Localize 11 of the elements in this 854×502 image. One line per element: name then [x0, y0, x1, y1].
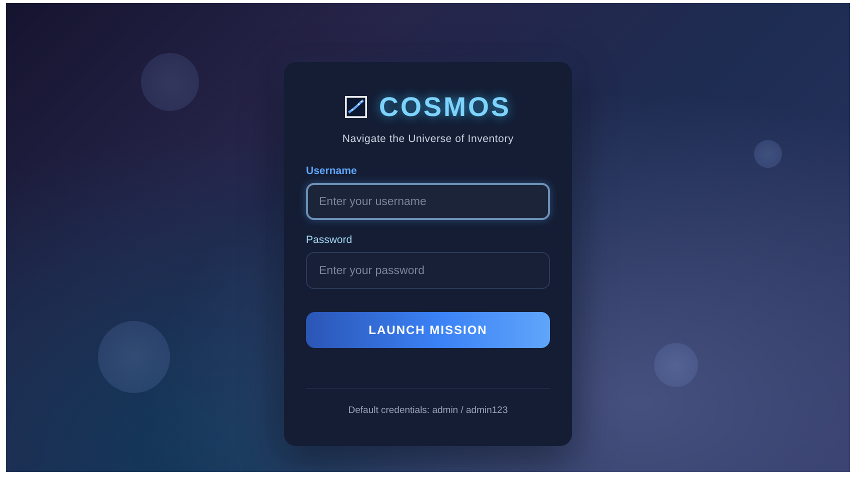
field-label: Password	[306, 234, 352, 246]
default-credentials-note: Default credentials: admin / admin123	[347, 405, 509, 416]
galaxy-icon	[344, 96, 367, 118]
tagline: Navigate the Universe of Inventory	[341, 133, 515, 145]
field-label: Username	[306, 165, 357, 177]
app-title: COSMOS	[378, 92, 511, 122]
bubble	[654, 343, 698, 387]
input-field[interactable]: Enter your password	[306, 252, 550, 289]
bubble	[754, 140, 782, 168]
launch-button[interactable]: LAUNCH MISSION	[306, 312, 550, 348]
input-field[interactable]: Enter your username	[306, 183, 550, 220]
